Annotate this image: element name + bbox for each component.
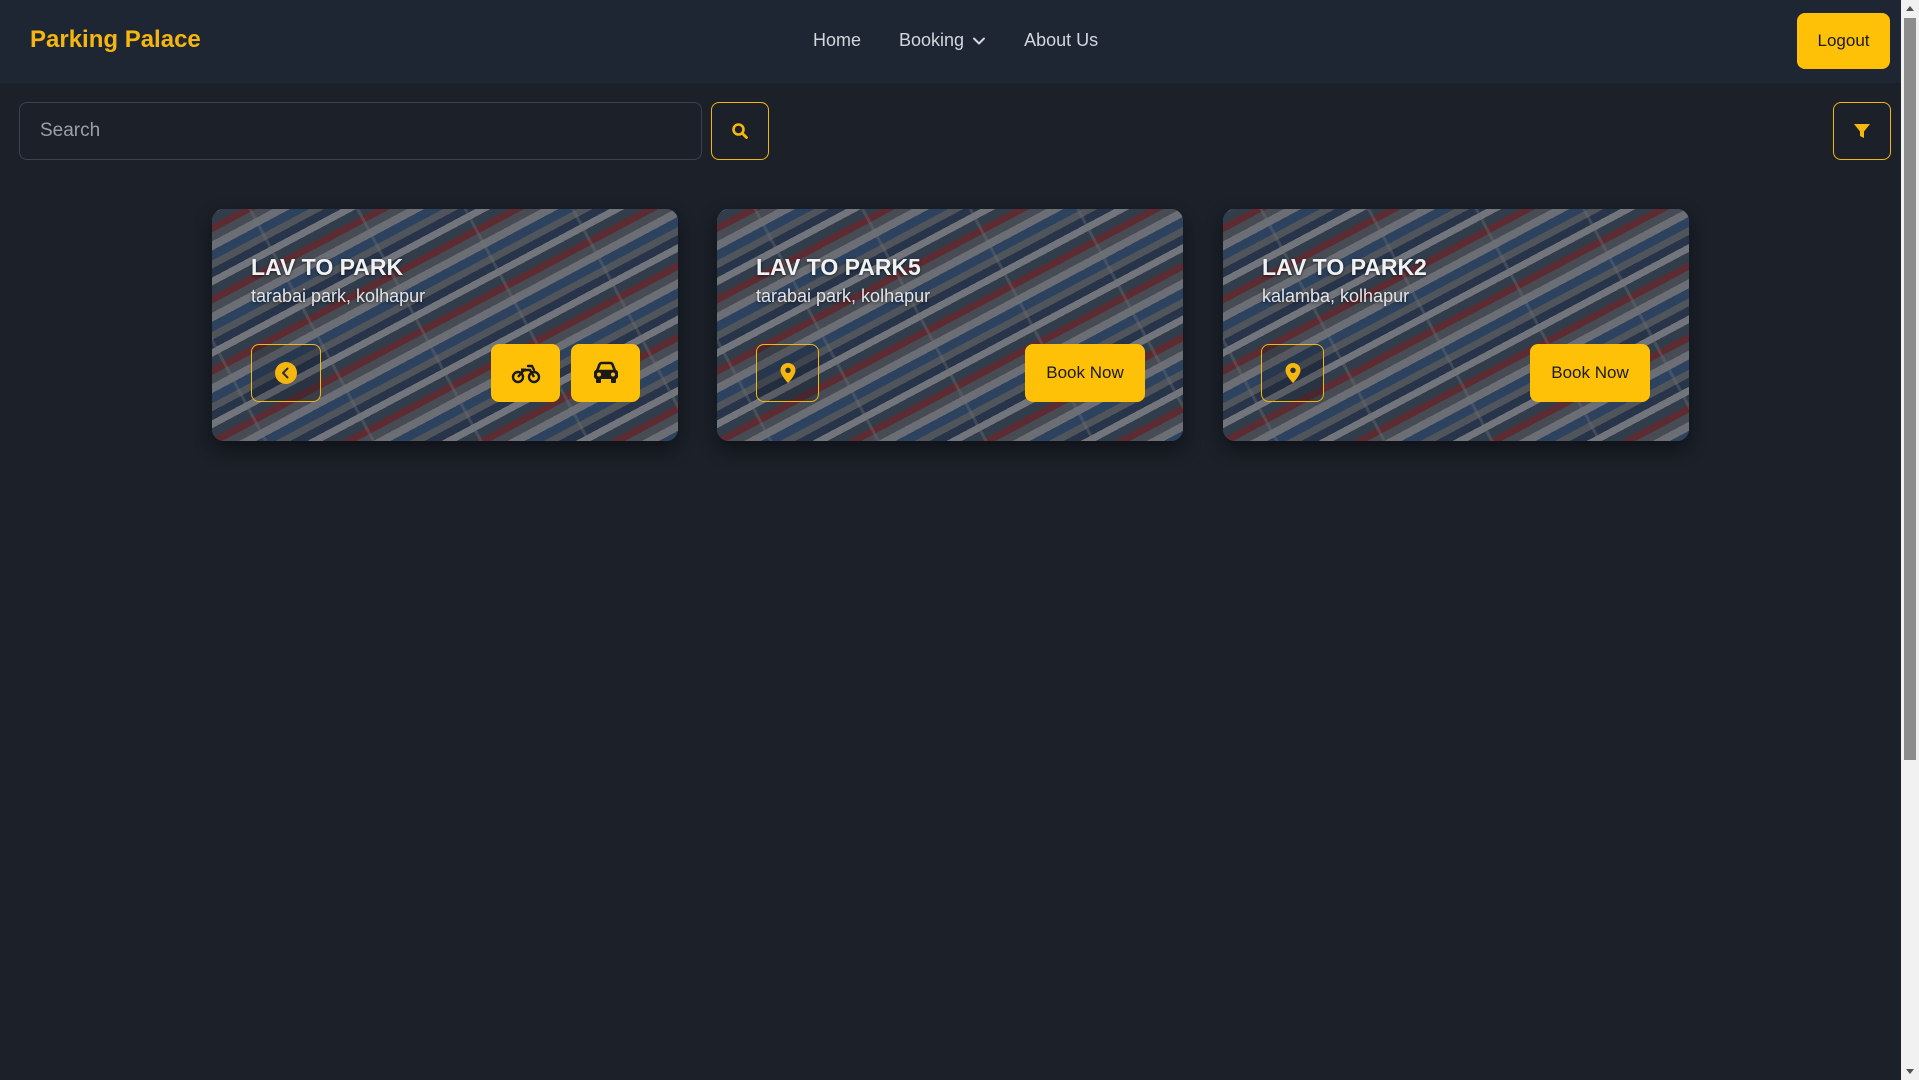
brand-logo[interactable]: Parking Palace: [30, 26, 201, 54]
vertical-scrollbar[interactable]: [1901, 0, 1919, 1080]
search-button[interactable]: [711, 102, 769, 160]
motorcycle-icon: [511, 364, 540, 384]
motorcycle-button[interactable]: [491, 344, 560, 402]
nav-links: Home Booking About Us: [813, 30, 1136, 51]
card-location: tarabai park, kolhapur: [756, 286, 931, 306]
scrollbar-thumb[interactable]: [1904, 18, 1916, 760]
nav-about-us[interactable]: About Us: [1024, 30, 1098, 51]
scroll-down-icon[interactable]: [1906, 1069, 1914, 1074]
filter-button[interactable]: [1833, 102, 1891, 160]
book-now-button[interactable]: Book Now: [1530, 344, 1650, 402]
parking-card: LAV TO PARK tarabai park, kolhapur: [212, 209, 678, 441]
nav-booking-label: Booking: [899, 30, 965, 50]
parking-card: LAV TO PARK5 tarabai park, kolhapur Book…: [717, 209, 1183, 441]
nav-home[interactable]: Home: [813, 30, 861, 51]
navbar: Parking Palace Home Booking About Us Log…: [0, 0, 1901, 83]
filter-icon: [1854, 124, 1870, 138]
search-input[interactable]: [19, 102, 702, 160]
location-pin-icon: [1285, 363, 1300, 383]
location-button[interactable]: [1261, 344, 1324, 402]
card-title: LAV TO PARK2: [1262, 254, 1427, 280]
location-button[interactable]: [756, 344, 819, 402]
card-location: kalamba, kolhapur: [1262, 286, 1410, 306]
scroll-up-icon[interactable]: [1906, 6, 1914, 11]
chevron-down-icon: [973, 37, 986, 44]
book-now-button[interactable]: Book Now: [1025, 344, 1145, 402]
card-title: LAV TO PARK5: [756, 254, 921, 280]
parking-card: LAV TO PARK2 kalamba, kolhapur Book Now: [1223, 209, 1689, 441]
logout-button[interactable]: Logout: [1797, 13, 1890, 69]
nav-about-label: About Us: [1024, 30, 1099, 50]
search-icon: [732, 123, 748, 139]
nav-home-label: Home: [813, 30, 862, 50]
location-pin-icon: [780, 363, 795, 383]
card-title: LAV TO PARK: [251, 254, 404, 280]
car-button[interactable]: [571, 344, 640, 402]
nav-booking-dropdown[interactable]: Booking: [899, 30, 986, 51]
back-button[interactable]: [251, 344, 321, 402]
car-icon: [593, 361, 618, 383]
card-location: tarabai park, kolhapur: [251, 286, 426, 306]
back-icon: [275, 362, 297, 384]
